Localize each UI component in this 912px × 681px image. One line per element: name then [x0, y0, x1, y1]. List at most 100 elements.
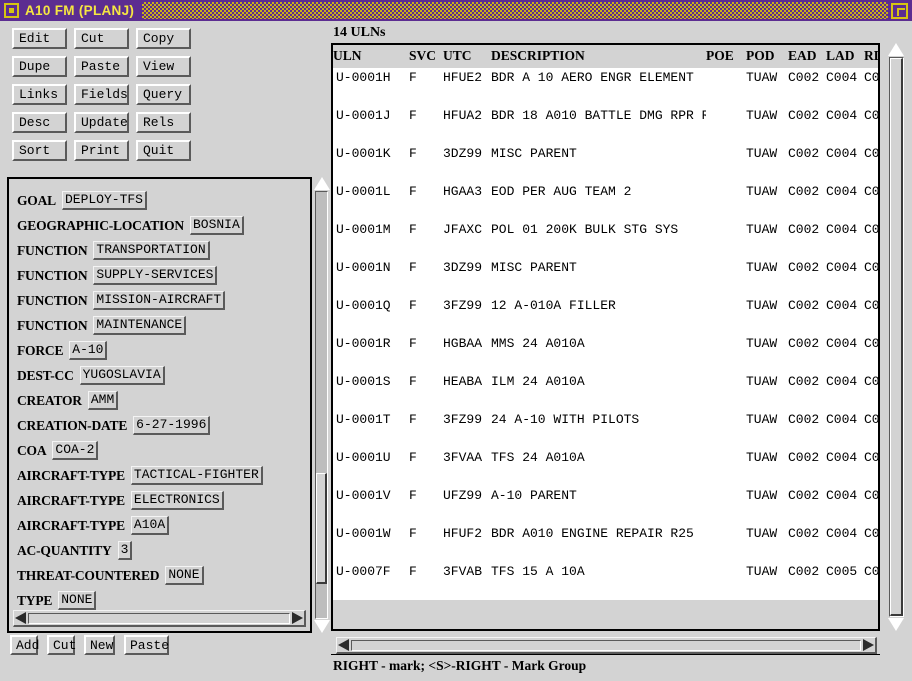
- column-header-pod[interactable]: POD: [746, 45, 788, 68]
- paste-row-button[interactable]: Paste: [124, 635, 169, 655]
- cell-svc: F: [409, 258, 443, 277]
- form-horizontal-scrollbar[interactable]: [13, 610, 306, 627]
- scroll-down-icon[interactable]: [314, 620, 330, 633]
- cell-poe: [706, 144, 746, 163]
- cell-utc: HFUE2: [443, 68, 491, 87]
- form-vscroll-trough[interactable]: [315, 191, 328, 619]
- table-row[interactable]: U-0001VFUFZ99A-10 PARENTTUAWC002C004C005: [333, 486, 880, 505]
- cell-utc: JFAXC: [443, 220, 491, 239]
- attribute-value[interactable]: TRANSPORTATION: [93, 241, 209, 260]
- table-row[interactable]: U-0001RFHGBAAMMS 24 A010ATUAWC002C004C00…: [333, 334, 880, 353]
- table-row[interactable]: U-0001QF3FZ9912 A-010A FILLERTUAWC002C00…: [333, 296, 880, 315]
- attribute-row: AIRCRAFT-TYPEELECTRONICS: [17, 488, 310, 513]
- attribute-value[interactable]: 3: [118, 541, 133, 560]
- table-row[interactable]: U-0001SFHEABAILM 24 A010ATUAWC002C004C00…: [333, 372, 880, 391]
- form-hscroll-trough[interactable]: [28, 613, 290, 624]
- add-button[interactable]: Add: [10, 635, 38, 655]
- cell-uln: U-0001U: [333, 448, 409, 467]
- cut-row-button[interactable]: Cut: [47, 635, 75, 655]
- cell-rdd: C005: [864, 220, 880, 239]
- table-vscroll-thumb[interactable]: [890, 58, 903, 616]
- edit-button[interactable]: Edit: [12, 28, 67, 49]
- table-scroll-down-icon[interactable]: [888, 618, 904, 631]
- table-row[interactable]: U-0001UF3FVAATFS 24 A010ATUAWC002C004C00…: [333, 448, 880, 467]
- table-row[interactable]: U-0001JFHFUA2BDR 18 A010 BATTLE DMG RPR …: [333, 106, 880, 125]
- attribute-value[interactable]: AMM: [88, 391, 118, 410]
- table-vscroll-trough[interactable]: [889, 57, 904, 617]
- cell-uln: U-0001R: [333, 334, 409, 353]
- column-header-ead[interactable]: EAD: [788, 45, 826, 68]
- table-scroll-up-icon[interactable]: [888, 43, 904, 56]
- view-button[interactable]: View: [136, 56, 191, 77]
- attribute-value[interactable]: NONE: [165, 566, 203, 585]
- window-menu-icon[interactable]: [4, 3, 19, 18]
- fields-button[interactable]: Fields: [74, 84, 129, 105]
- cell-lad: C004: [826, 448, 864, 467]
- cell-uln: U-0001N: [333, 258, 409, 277]
- copy-button[interactable]: Copy: [136, 28, 191, 49]
- table-horizontal-scrollbar[interactable]: [336, 637, 877, 654]
- print-button[interactable]: Print: [74, 140, 129, 161]
- attribute-value[interactable]: 6-27-1996: [133, 416, 210, 435]
- attribute-value[interactable]: MISSION-AIRCRAFT: [93, 291, 225, 310]
- scroll-up-icon[interactable]: [314, 177, 330, 190]
- column-header-lad[interactable]: LAD: [826, 45, 864, 68]
- cut-button[interactable]: Cut: [74, 28, 129, 49]
- cell-uln: U-0001V: [333, 486, 409, 505]
- paste-button[interactable]: Paste: [74, 56, 129, 77]
- scroll-left-icon[interactable]: [15, 612, 26, 624]
- column-header-rdd[interactable]: RDD: [864, 45, 880, 68]
- table-row[interactable]: U-0001HFHFUE2BDR A 10 AERO ENGR ELEMENTT…: [333, 68, 880, 87]
- cell-utc: UFZ99: [443, 486, 491, 505]
- column-header-uln[interactable]: ULN: [333, 45, 409, 68]
- cell-lad: C004: [826, 220, 864, 239]
- table-vertical-scrollbar[interactable]: [884, 43, 908, 631]
- cell-svc: F: [409, 296, 443, 315]
- table-row[interactable]: U-0001LFHGAA3EOD PER AUG TEAM 2TUAWC002C…: [333, 182, 880, 201]
- maximize-icon[interactable]: [891, 3, 908, 19]
- table-scroll-left-icon[interactable]: [338, 639, 349, 651]
- attribute-value[interactable]: BOSNIA: [190, 216, 244, 235]
- quit-button[interactable]: Quit: [136, 140, 191, 161]
- attribute-value[interactable]: A-10: [69, 341, 107, 360]
- row-separator-cell: [333, 87, 880, 106]
- attribute-value[interactable]: SUPPLY-SERVICES: [93, 266, 217, 285]
- sort-button[interactable]: Sort: [12, 140, 67, 161]
- links-button[interactable]: Links: [12, 84, 67, 105]
- desc-button[interactable]: Desc: [12, 112, 67, 133]
- column-header-svc[interactable]: SVC: [409, 45, 443, 68]
- attribute-value[interactable]: COA-2: [52, 441, 98, 460]
- table-hscroll-trough[interactable]: [351, 640, 861, 651]
- rels-button[interactable]: Rels: [136, 112, 191, 133]
- table-row[interactable]: U-0001MFJFAXCPOL 01 200K BULK STG SYSTUA…: [333, 220, 880, 239]
- table-row[interactable]: U-0001TF3FZ9924 A-10 WITH PILOTSTUAWC002…: [333, 410, 880, 429]
- column-header-utc[interactable]: UTC: [443, 45, 491, 68]
- row-separator-cell: [333, 315, 880, 334]
- cell-uln: U-0001S: [333, 372, 409, 391]
- query-button[interactable]: Query: [136, 84, 191, 105]
- update-button[interactable]: Update: [74, 112, 129, 133]
- attribute-value[interactable]: A10A: [131, 516, 169, 535]
- table-row[interactable]: U-0001NF3DZ99MISC PARENTTUAWC002C004C005: [333, 258, 880, 277]
- column-header-description[interactable]: DESCRIPTION: [491, 45, 706, 68]
- table-row[interactable]: U-0001WFHFUF2BDR A010 ENGINE REPAIR R25T…: [333, 524, 880, 543]
- scroll-right-icon[interactable]: [292, 612, 303, 624]
- form-vscroll-thumb[interactable]: [316, 473, 327, 584]
- attribute-value[interactable]: TACTICAL-FIGHTER: [131, 466, 263, 485]
- attribute-label: AIRCRAFT-TYPE: [17, 518, 125, 534]
- attribute-value[interactable]: ELECTRONICS: [131, 491, 224, 510]
- attribute-value[interactable]: YUGOSLAVIA: [80, 366, 165, 385]
- cell-pod: TUAW: [746, 258, 788, 277]
- attribute-value[interactable]: MAINTENANCE: [93, 316, 186, 335]
- row-separator: [333, 239, 880, 258]
- attribute-value[interactable]: DEPLOY-TFS: [62, 191, 147, 210]
- dupe-button[interactable]: Dupe: [12, 56, 67, 77]
- row-separator: [333, 581, 880, 600]
- table-row[interactable]: U-0007FF3FVABTFS 15 A 10ATUAWC002C005C00…: [333, 562, 880, 581]
- form-vertical-scrollbar[interactable]: [313, 177, 330, 633]
- new-button[interactable]: New: [84, 635, 115, 655]
- table-row[interactable]: U-0001KF3DZ99MISC PARENTTUAWC002C004C005: [333, 144, 880, 163]
- column-header-poe[interactable]: POE: [706, 45, 746, 68]
- table-scroll-right-icon[interactable]: [863, 639, 874, 651]
- attribute-value[interactable]: NONE: [58, 591, 96, 610]
